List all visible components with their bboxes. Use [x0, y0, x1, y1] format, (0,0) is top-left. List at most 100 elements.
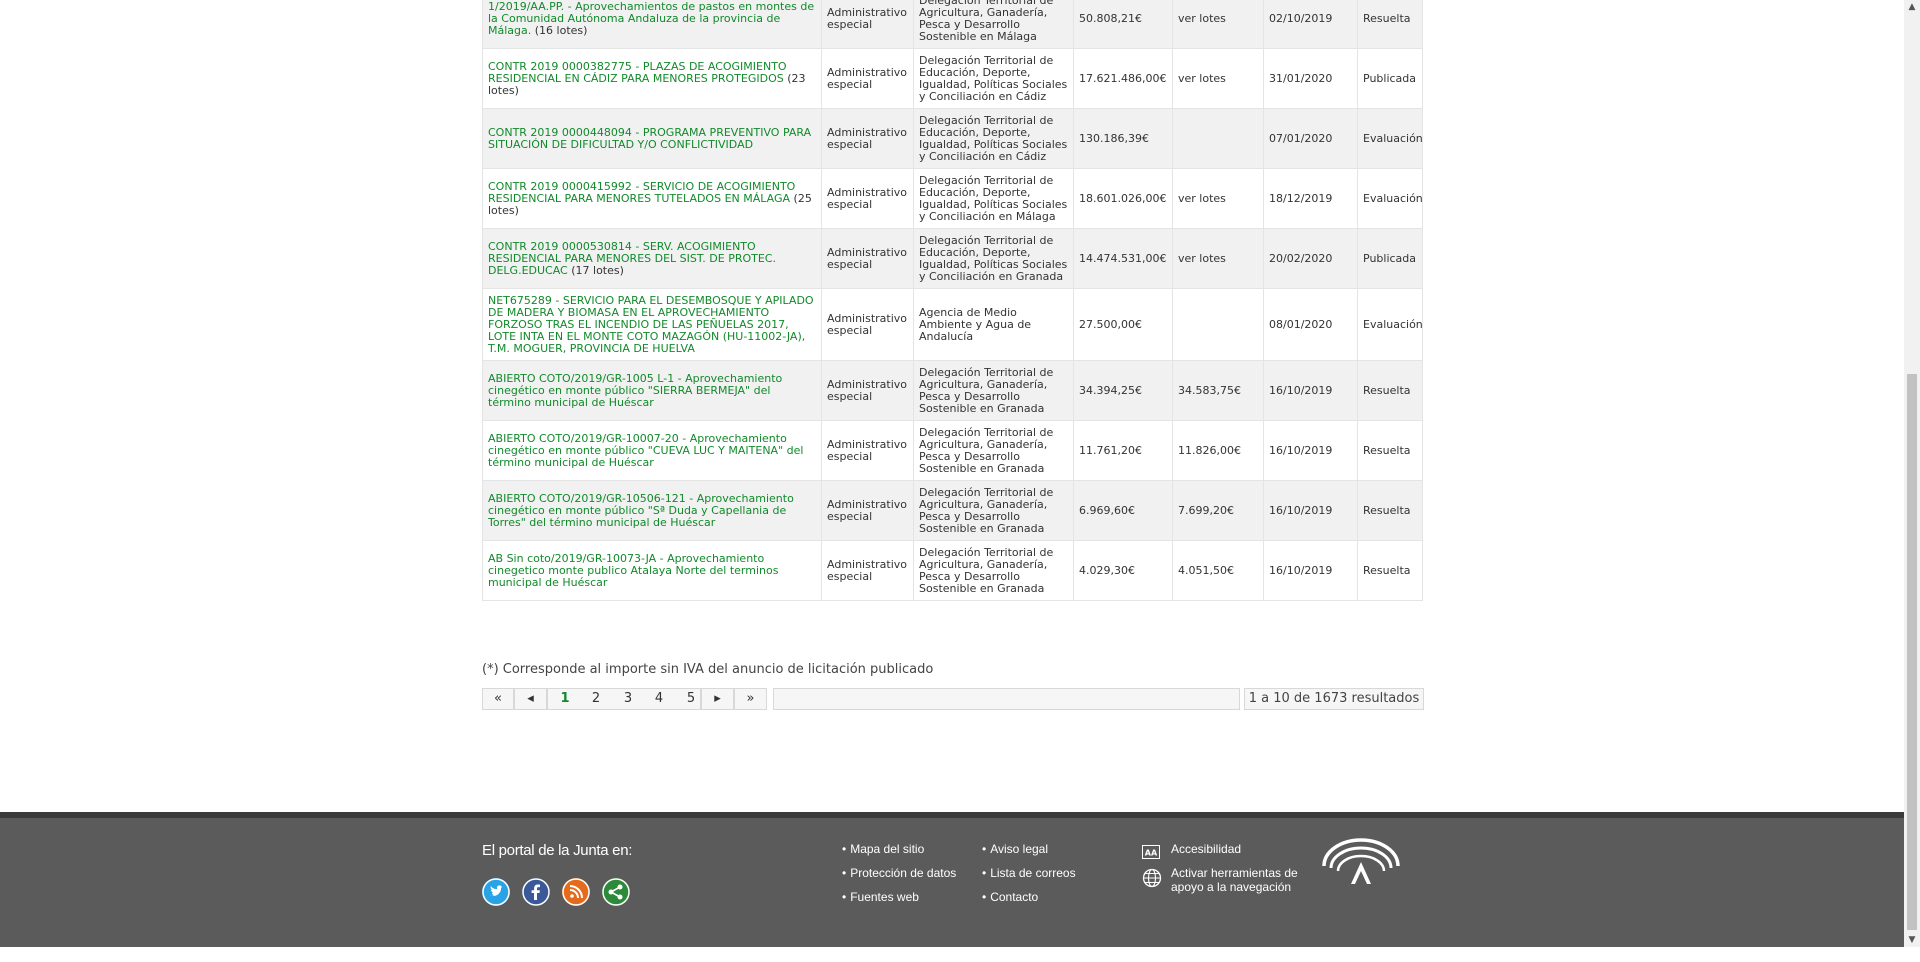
date-cell-text: 16/10/2019: [1269, 383, 1333, 397]
awarded-amount-cell: [1172, 288, 1264, 361]
contract-title-link[interactable]: CONTR 2019 0000448094 - PROGRAMA PREVENT…: [488, 126, 811, 151]
contracting-organ-cell: Delegación Territorial de Agricultura, G…: [913, 480, 1074, 541]
navigation-tools-link[interactable]: Activar herramientas de apoyo a la naveg…: [1171, 866, 1311, 894]
ver-lotes-link[interactable]: ver lotes: [1172, 168, 1264, 229]
amount-cell: 6.969,60€: [1073, 480, 1173, 541]
amount-cell: 27.500,00€: [1073, 288, 1173, 361]
footer-link-fuentes-web[interactable]: • Fuentes web: [842, 890, 919, 904]
contracting-organ-cell: Delegación Territorial de Educación, Dep…: [913, 48, 1074, 109]
amount-cell: 34.394,25€: [1073, 360, 1173, 421]
contracting-organ-cell: Delegación Territorial de Agricultura, G…: [913, 420, 1074, 481]
main-content: 1/2019/AA.PP. - Aprovechamientos de past…: [0, 0, 1904, 812]
contract-title-link[interactable]: CONTR 2019 0000530814 - SERV. ACOGIMIENT…: [488, 240, 776, 277]
ver-lotes-link-text[interactable]: ver lotes: [1178, 252, 1226, 265]
status-cell: Resuelta: [1357, 0, 1423, 49]
footer-link-lista-de-correos[interactable]: • Lista de correos: [982, 866, 1076, 880]
date-cell: 16/10/2019: [1263, 360, 1358, 421]
amount-cell-text: 4.029,30€: [1079, 563, 1135, 577]
date-cell-text: 18/12/2019: [1269, 191, 1333, 205]
table-row: CONTR 2019 0000382775 - PLAZAS DE ACOGIM…: [482, 48, 1423, 109]
contract-type-cell-text: Administrativo especial: [827, 185, 908, 211]
page-2-link[interactable]: 2: [585, 688, 607, 710]
awarded-amount-cell-text: 7.699,20€: [1178, 503, 1234, 517]
status-cell: Resuelta: [1357, 360, 1423, 421]
vertical-scrollbar[interactable]: ▲ ▼: [1904, 0, 1920, 947]
contract-title-link[interactable]: AB Sin coto/2019/GR-10073-JA - Aprovecha…: [488, 552, 778, 589]
date-cell: 20/02/2020: [1263, 228, 1358, 289]
amount-cell-text: 50.808,21€: [1079, 11, 1142, 25]
status-cell: Publicada: [1357, 228, 1423, 289]
status-cell-text: Resuelta: [1363, 503, 1411, 517]
ver-lotes-link-text[interactable]: ver lotes: [1178, 192, 1226, 205]
table-row: NET675289 - SERVICIO PARA EL DESEMBOSQUE…: [482, 288, 1423, 361]
amount-cell: 14.474.531,00€: [1073, 228, 1173, 289]
contracting-organ-cell: Delegación Territorial de Agricultura, G…: [913, 360, 1074, 421]
junta-andalucia-logo[interactable]: [1318, 838, 1404, 894]
share-icon[interactable]: [602, 878, 630, 906]
next-page-button[interactable]: ▸: [701, 688, 734, 710]
amount-cell: 18.601.026,00€: [1073, 168, 1173, 229]
twitter-icon[interactable]: [482, 878, 510, 906]
scrollbar-thumb[interactable]: [1907, 374, 1917, 930]
contract-title-link[interactable]: ABIERTO COTO/2019/GR-1005 L-1 - Aprovech…: [488, 372, 782, 409]
footer-link-proteccion-de-datos[interactable]: • Protección de datos: [842, 866, 956, 880]
contracting-organ-cell-text: Delegación Territorial de Agricultura, G…: [919, 0, 1054, 43]
status-cell-text: Resuelta: [1363, 563, 1411, 577]
ver-lotes-link-text[interactable]: ver lotes: [1178, 72, 1226, 85]
amount-cell-text: 11.761,20€: [1079, 443, 1142, 457]
contracting-organ-cell: Delegación Territorial de Educación, Dep…: [913, 108, 1074, 169]
date-cell-text: 02/10/2019: [1269, 11, 1333, 25]
ver-lotes-link-text[interactable]: ver lotes: [1178, 12, 1226, 25]
contracting-organ-cell-text: Agencia de Medio Ambiente y Agua de Anda…: [919, 305, 1032, 343]
contract-title-link[interactable]: ABIERTO COTO/2019/GR-10506-121 - Aprovec…: [488, 492, 794, 529]
ver-lotes-link[interactable]: ver lotes: [1172, 48, 1264, 109]
contract-title-link[interactable]: ABIERTO COTO/2019/GR-10007-20 - Aprovech…: [488, 432, 803, 469]
contract-title-cell: ABIERTO COTO/2019/GR-10007-20 - Aprovech…: [482, 420, 822, 481]
scroll-up-arrow-icon[interactable]: ▲: [1904, 0, 1920, 14]
date-cell: 18/12/2019: [1263, 168, 1358, 229]
table-row: ABIERTO COTO/2019/GR-10007-20 - Aprovech…: [482, 420, 1423, 481]
date-cell: 16/10/2019: [1263, 420, 1358, 481]
rss-icon[interactable]: [562, 878, 590, 906]
footer-link-mapa-del-sitio[interactable]: • Mapa del sitio: [842, 842, 924, 856]
contract-type-cell-text: Administrativo especial: [827, 377, 908, 403]
accessibility-link[interactable]: Accesibilidad: [1171, 842, 1241, 856]
contract-title-link[interactable]: NET675289 - SERVICIO PARA EL DESEMBOSQUE…: [488, 294, 814, 355]
facebook-icon[interactable]: [522, 878, 550, 906]
contract-title-cell: CONTR 2019 0000382775 - PLAZAS DE ACOGIM…: [482, 48, 822, 109]
pagination-spacer: [773, 688, 1240, 710]
page-5-link[interactable]: 5: [680, 688, 702, 710]
date-cell: 07/01/2020: [1263, 108, 1358, 169]
status-cell: Evaluación: [1357, 168, 1423, 229]
ver-lotes-link[interactable]: ver lotes: [1172, 0, 1264, 49]
first-page-button[interactable]: «: [482, 688, 514, 710]
last-page-button[interactable]: »: [734, 688, 767, 710]
contract-title-link[interactable]: CONTR 2019 0000382775 - PLAZAS DE ACOGIM…: [488, 60, 787, 85]
scroll-down-arrow-icon[interactable]: ▼: [1904, 933, 1920, 947]
page-3-link[interactable]: 3: [617, 688, 639, 710]
prev-page-button[interactable]: ◂: [514, 688, 547, 710]
bottom-strip: [0, 947, 1920, 962]
ver-lotes-link[interactable]: ver lotes: [1172, 228, 1264, 289]
status-cell: Publicada: [1357, 48, 1423, 109]
status-cell-text: Resuelta: [1363, 383, 1411, 397]
awarded-amount-cell: [1172, 108, 1264, 169]
date-cell-text: 16/10/2019: [1269, 563, 1333, 577]
page-1-link[interactable]: 1: [554, 688, 576, 710]
date-cell-text: 20/02/2020: [1269, 251, 1333, 265]
amount-cell-text: 18.601.026,00€: [1079, 191, 1167, 205]
footer-link-contacto[interactable]: • Contacto: [982, 890, 1038, 904]
table-row: ABIERTO COTO/2019/GR-10506-121 - Aprovec…: [482, 480, 1423, 541]
amount-cell-text: 17.621.486,00€: [1079, 71, 1167, 85]
contract-title-link[interactable]: CONTR 2019 0000415992 - SERVICIO DE ACOG…: [488, 180, 795, 205]
contract-title-cell: CONTR 2019 0000530814 - SERV. ACOGIMIENT…: [482, 228, 822, 289]
contracting-organ-cell: Delegación Territorial de Educación, Dep…: [913, 168, 1074, 229]
page-4-link[interactable]: 4: [648, 688, 670, 710]
contracting-organ-cell-text: Delegación Territorial de Agricultura, G…: [919, 545, 1054, 595]
contracting-organ-cell-text: Delegación Territorial de Educación, Dep…: [919, 233, 1068, 283]
footer-link-aviso-legal[interactable]: • Aviso legal: [982, 842, 1048, 856]
status-cell-text: Evaluación: [1363, 131, 1423, 145]
contract-type-cell: Administrativo especial: [821, 360, 914, 421]
globe-icon: [1142, 868, 1162, 892]
amount-cell-text: 14.474.531,00€: [1079, 251, 1167, 265]
